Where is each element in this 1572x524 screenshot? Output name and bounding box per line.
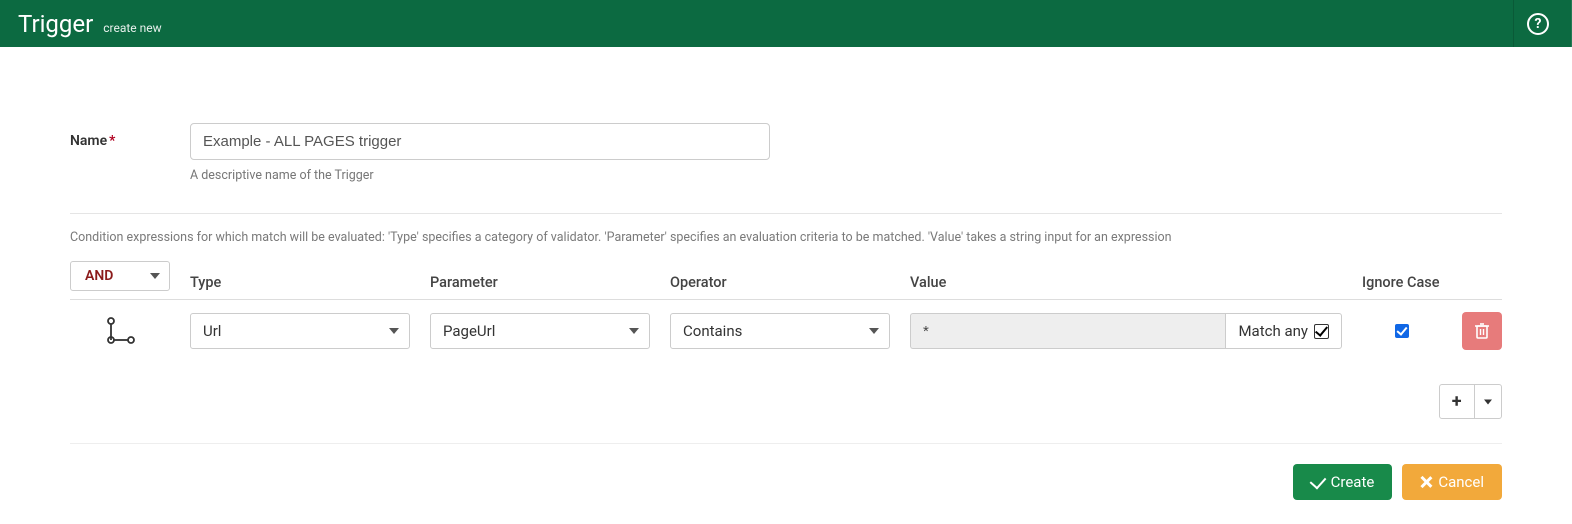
name-label: Name* <box>70 123 190 149</box>
col-head-operator: Operator <box>670 274 890 291</box>
parameter-select[interactable]: PageUrl <box>430 313 650 349</box>
name-input[interactable] <box>190 123 770 160</box>
close-icon <box>1420 476 1432 488</box>
operator-select[interactable]: Contains <box>670 313 890 349</box>
col-head-type: Type <box>190 274 410 291</box>
col-head-value: Value <box>910 274 1342 291</box>
condition-row: Url PageUrl Contains Match any <box>70 312 1502 350</box>
name-row: Name* A descriptive name of the Trigger <box>70 123 1502 183</box>
cancel-button[interactable]: Cancel <box>1402 464 1502 500</box>
top-bar: Trigger create new ? <box>0 0 1572 47</box>
delete-row-button[interactable] <box>1462 312 1502 350</box>
conditions-intro: Condition expressions for which match wi… <box>70 230 1502 245</box>
match-any-checkbox-icon <box>1314 324 1329 339</box>
page-title: Trigger <box>18 10 93 38</box>
ignore-case-checkbox[interactable] <box>1395 324 1409 338</box>
col-head-parameter: Parameter <box>430 274 650 291</box>
name-help-text: A descriptive name of the Trigger <box>190 168 770 183</box>
type-select[interactable]: Url <box>190 313 410 349</box>
add-condition-button[interactable]: + <box>1440 385 1474 418</box>
check-icon <box>1309 472 1326 489</box>
trash-icon <box>1474 322 1490 340</box>
branch-icon <box>103 316 137 346</box>
help-icon[interactable]: ? <box>1527 13 1549 35</box>
add-condition-dropdown[interactable] <box>1474 385 1501 418</box>
match-any-toggle[interactable]: Match any <box>1225 313 1342 349</box>
value-input[interactable] <box>910 313 1225 349</box>
logic-select[interactable]: AND <box>70 261 170 291</box>
col-head-ignore-case: Ignore Case <box>1362 274 1442 291</box>
create-button[interactable]: Create <box>1293 464 1393 500</box>
page-subtitle: create new <box>103 21 161 35</box>
